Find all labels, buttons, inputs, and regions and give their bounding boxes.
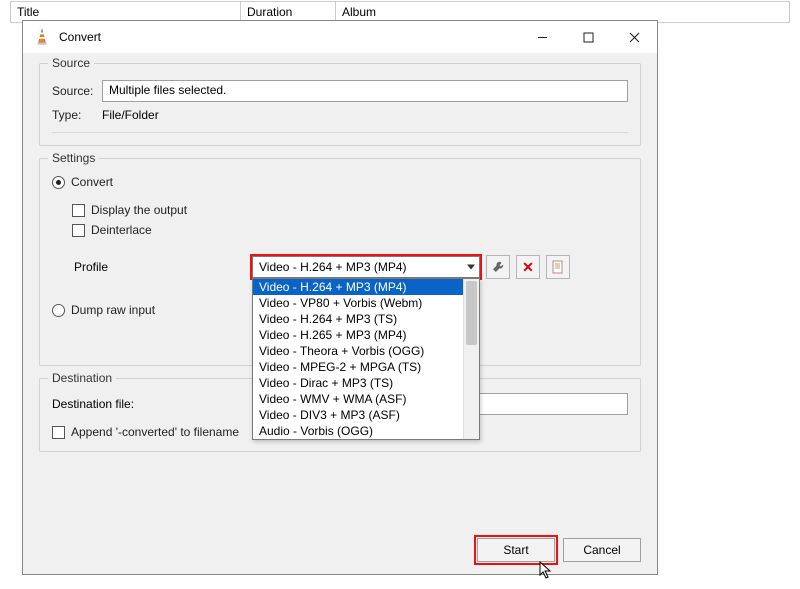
dump-raw-radio[interactable]: Dump raw input [52, 303, 155, 317]
append-converted-checkbox[interactable]: Append '-converted' to filename [52, 425, 239, 439]
profile-option[interactable]: Video - Theora + Vorbis (OGG) [253, 343, 463, 359]
checkbox-icon [52, 426, 65, 439]
convert-radio[interactable]: Convert [52, 175, 113, 189]
source-legend: Source [48, 56, 94, 70]
radio-icon [52, 176, 65, 189]
edit-profile-button[interactable] [486, 255, 510, 279]
profile-combobox[interactable]: Video - H.264 + MP3 (MP4) [252, 256, 480, 278]
profile-option[interactable]: Video - H.264 + MP3 (MP4) [253, 279, 463, 295]
profile-option[interactable]: Video - H.264 + MP3 (TS) [253, 311, 463, 327]
start-button[interactable]: Start [477, 538, 555, 562]
dialog-title: Convert [59, 30, 519, 44]
profile-dropdown: Video - H.264 + MP3 (MP4) Video - VP80 +… [252, 278, 480, 440]
vlc-icon [33, 28, 51, 46]
profile-option[interactable]: Video - MPEG-2 + MPGA (TS) [253, 359, 463, 375]
type-value: File/Folder [102, 108, 159, 122]
profile-option[interactable]: Video - H.265 + MP3 (MP4) [253, 327, 463, 343]
x-icon: ✕ [522, 259, 534, 276]
scrollbar-thumb[interactable] [466, 281, 477, 345]
source-label: Source: [52, 84, 102, 98]
dump-raw-label: Dump raw input [71, 303, 155, 317]
cancel-button[interactable]: Cancel [563, 538, 641, 562]
type-label: Type: [52, 108, 102, 122]
convert-dialog: Convert Source Source: Multiple files se… [22, 20, 658, 575]
checkbox-icon [72, 224, 85, 237]
titlebar[interactable]: Convert [23, 21, 657, 53]
close-button[interactable] [611, 21, 657, 53]
profile-option[interactable]: Audio - Vorbis (OGG) [253, 423, 463, 439]
deinterlace-checkbox[interactable]: Deinterlace [72, 223, 152, 237]
new-profile-button[interactable] [546, 255, 570, 279]
profile-label: Profile [52, 260, 252, 274]
source-group: Source Source: Multiple files selected. … [39, 63, 641, 146]
col-album[interactable]: Album [335, 2, 789, 22]
wrench-icon [491, 260, 505, 274]
col-duration[interactable]: Duration [240, 2, 335, 22]
display-output-label: Display the output [91, 203, 187, 217]
destination-legend: Destination [48, 371, 116, 385]
append-converted-label: Append '-converted' to filename [71, 425, 239, 439]
source-input[interactable]: Multiple files selected. [102, 80, 628, 102]
new-doc-icon [551, 260, 565, 274]
maximize-button[interactable] [565, 21, 611, 53]
destination-file-label: Destination file: [52, 397, 252, 411]
deinterlace-label: Deinterlace [91, 223, 152, 237]
profile-option[interactable]: Video - WMV + WMA (ASF) [253, 391, 463, 407]
col-title[interactable]: Title [10, 2, 240, 22]
minimize-button[interactable] [519, 21, 565, 53]
profile-option[interactable]: Video - VP80 + Vorbis (Webm) [253, 295, 463, 311]
settings-group: Settings Convert Display the output Dein… [39, 158, 641, 366]
profile-option[interactable]: Video - DIV3 + MP3 (ASF) [253, 407, 463, 423]
checkbox-icon [72, 204, 85, 217]
display-output-checkbox[interactable]: Display the output [72, 203, 187, 217]
delete-profile-button[interactable]: ✕ [516, 255, 540, 279]
profile-option[interactable]: Video - Dirac + MP3 (TS) [253, 375, 463, 391]
radio-icon [52, 304, 65, 317]
chevron-down-icon [467, 265, 475, 270]
profile-value: Video - H.264 + MP3 (MP4) [259, 260, 407, 274]
dropdown-scrollbar[interactable] [463, 279, 479, 439]
divider [52, 132, 628, 133]
convert-radio-label: Convert [71, 175, 113, 189]
settings-legend: Settings [48, 151, 99, 165]
cursor-icon [539, 561, 555, 581]
